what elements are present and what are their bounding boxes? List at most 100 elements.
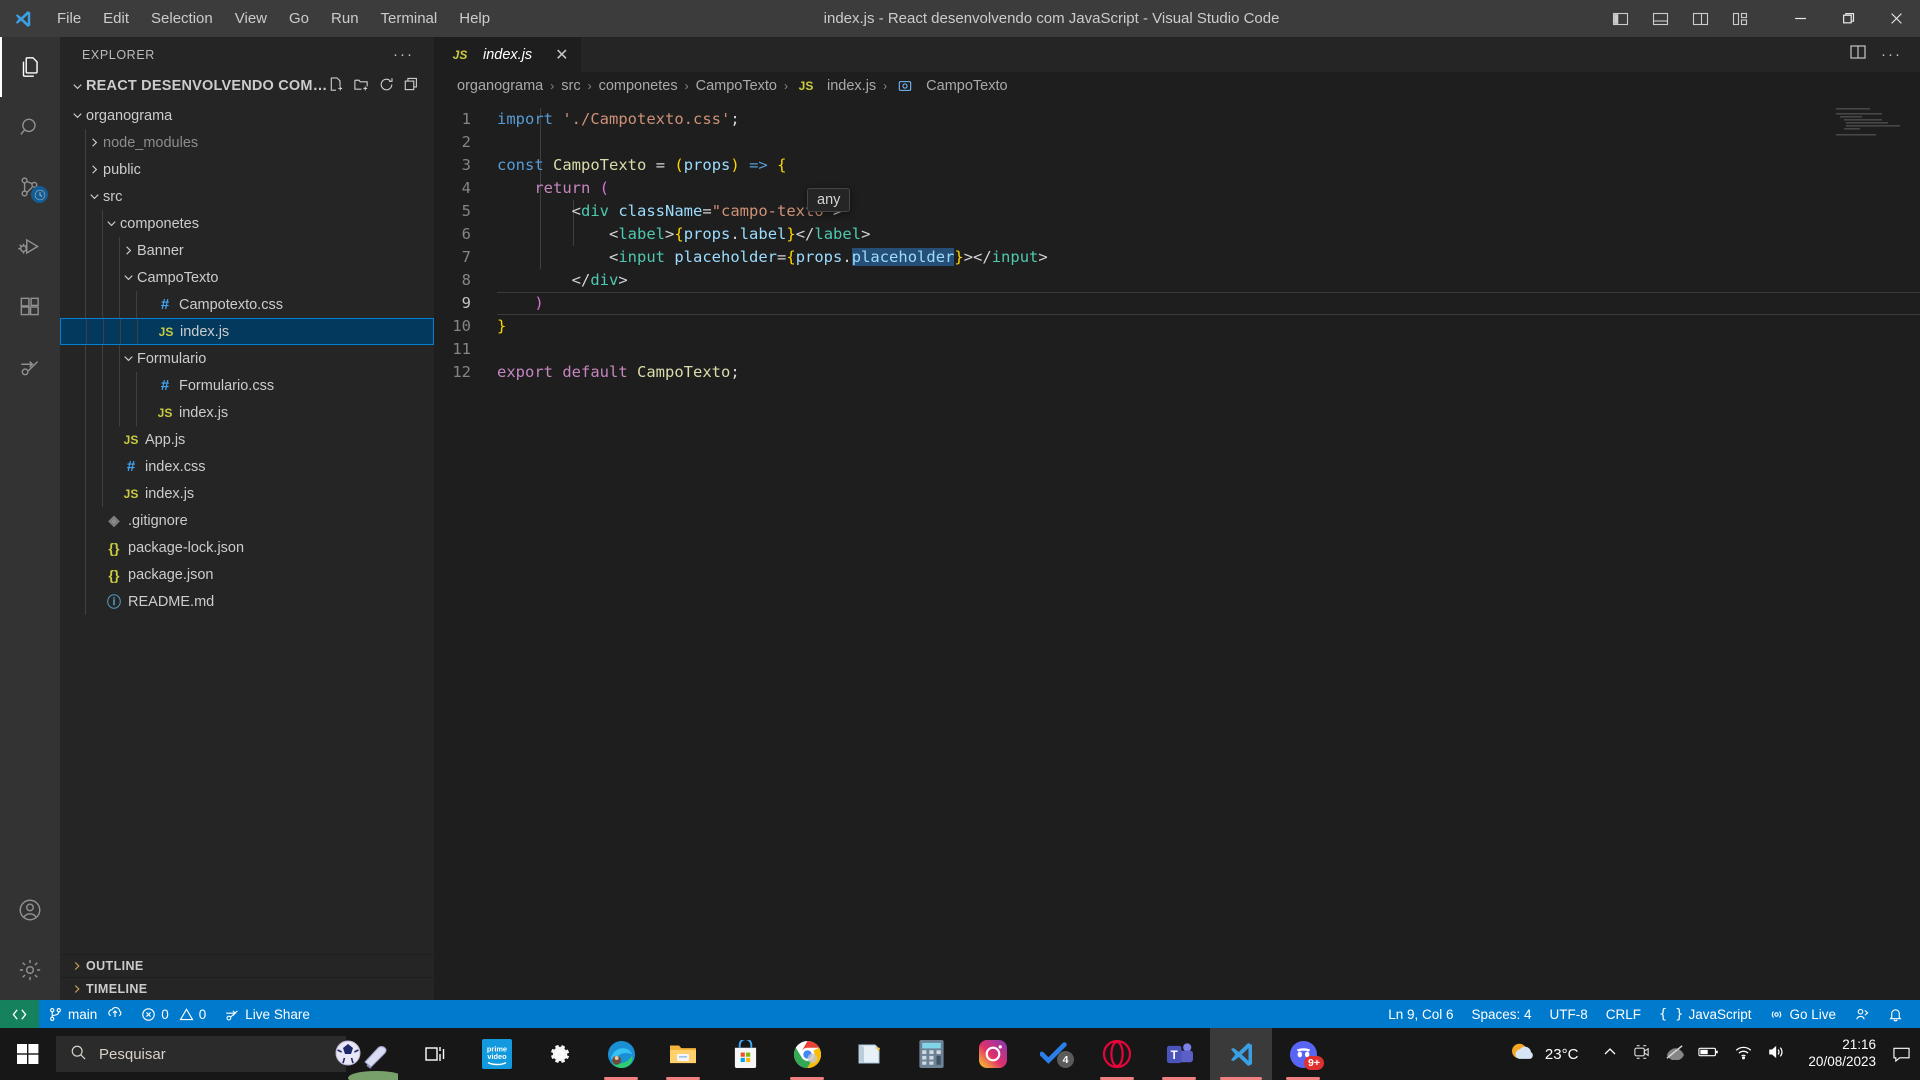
sync-changes-icon[interactable] [107, 1005, 123, 1023]
tree-folder-row[interactable]: src [60, 183, 434, 210]
taskbar-vscode-icon[interactable] [1210, 1028, 1272, 1080]
code-line-6[interactable]: <label>{props.label}</label> [497, 223, 1920, 246]
code-line-5[interactable]: <div className="campo-texto"> [497, 200, 1920, 223]
editor-minimap[interactable] [1836, 107, 1906, 137]
tree-folder-row[interactable]: organograma [60, 102, 434, 129]
chevron-down-icon[interactable] [85, 189, 103, 204]
line-number[interactable]: 11 [435, 338, 497, 361]
status-problems[interactable]: 0 0 [132, 1000, 215, 1028]
new-folder-icon[interactable] [353, 76, 370, 97]
tree-folder-row[interactable]: CampoTexto [60, 264, 434, 291]
tree-file-row[interactable]: JS index.js [60, 480, 434, 507]
editor-vertical-scrollbar[interactable] [1906, 99, 1920, 1000]
chevron-right-icon[interactable] [85, 162, 103, 177]
taskbar-app-icons[interactable]: prime video 4 T 9+ [404, 1028, 1334, 1080]
taskbar-microsoft-teams-icon[interactable]: T [1148, 1028, 1210, 1080]
toggle-primary-sidebar-icon[interactable] [1602, 4, 1638, 34]
refresh-explorer-icon[interactable] [378, 76, 395, 97]
status-indentation[interactable]: Spaces: 4 [1462, 1000, 1540, 1028]
tree-file-row[interactable]: {} package-lock.json [60, 534, 434, 561]
taskbar-calculator-icon[interactable] [900, 1028, 962, 1080]
remote-window-button[interactable] [0, 1000, 39, 1028]
code-line-10[interactable]: } [497, 315, 1920, 338]
activity-source-control[interactable] [0, 157, 60, 217]
workspace-folder-row[interactable]: REACT DESENVOLVENDO COM J... [60, 72, 434, 100]
code-line-8[interactable]: </div> [497, 269, 1920, 292]
status-feedback-icon[interactable] [1845, 1000, 1879, 1028]
code-content[interactable]: import './Campotexto.css'; const CampoTe… [497, 99, 1920, 1000]
volume-icon[interactable] [1767, 1044, 1786, 1065]
status-encoding[interactable]: UTF-8 [1541, 1000, 1597, 1028]
taskbar-task-view-icon[interactable] [404, 1028, 466, 1080]
line-number[interactable]: 5 [435, 200, 497, 223]
code-line-11[interactable] [497, 338, 1920, 361]
tree-folder-row[interactable]: public [60, 156, 434, 183]
breadcrumb-item[interactable]: organograma [457, 78, 543, 94]
code-line-7[interactable]: <input placeholder={props.placeholder}><… [497, 246, 1920, 269]
menu-selection[interactable]: Selection [140, 7, 224, 30]
taskbar-file-explorer-icon[interactable] [652, 1028, 714, 1080]
code-line-12[interactable]: export default CampoTexto; [497, 361, 1920, 384]
line-number[interactable]: 7 [435, 246, 497, 269]
tree-file-row[interactable]: ⓘ README.md [60, 588, 434, 615]
breadcrumb-item[interactable]: componetes [599, 78, 678, 94]
menu-go[interactable]: Go [278, 7, 320, 30]
chevron-down-icon[interactable] [119, 270, 137, 285]
activity-manage-settings[interactable] [0, 940, 60, 1000]
chevron-right-icon[interactable] [85, 135, 103, 150]
status-notifications-icon[interactable] [1879, 1000, 1912, 1028]
taskbar-microsoft-store-icon[interactable] [714, 1028, 776, 1080]
tree-folder-row[interactable]: node_modules [60, 129, 434, 156]
menu-help[interactable]: Help [448, 7, 501, 30]
code-editor[interactable]: 1 2 3 4 5 6 7 8 9 10 11 12 import './Campotexto.css… [435, 99, 1920, 1000]
taskbar-google-chrome-icon[interactable] [776, 1028, 838, 1080]
close-button[interactable] [1872, 0, 1920, 37]
tree-file-row[interactable]: # Campotexto.css [60, 291, 434, 318]
toggle-secondary-sidebar-icon[interactable] [1682, 4, 1718, 34]
activity-search[interactable] [0, 97, 60, 157]
chevron-down-icon[interactable] [102, 216, 120, 231]
status-cursor-position[interactable]: Ln 9, Col 6 [1379, 1000, 1462, 1028]
chevron-down-icon[interactable] [68, 79, 86, 94]
windows-start-icon[interactable] [0, 1028, 56, 1080]
line-number[interactable]: 4 [435, 177, 497, 200]
tab-close-icon[interactable]: ✕ [555, 45, 568, 65]
show-hidden-icons-icon[interactable] [1602, 1044, 1618, 1065]
taskbar-search-box[interactable]: Pesquisar [56, 1036, 346, 1072]
wifi-icon[interactable] [1734, 1044, 1753, 1065]
menu-file[interactable]: File [46, 7, 92, 30]
taskbar-microsoft-edge-icon[interactable] [590, 1028, 652, 1080]
breadcrumb-item[interactable]: src [561, 78, 580, 94]
menu-view[interactable]: View [224, 7, 278, 30]
line-number[interactable]: 8 [435, 269, 497, 292]
tree-folder-row[interactable]: componetes [60, 210, 434, 237]
status-go-live[interactable]: Go Live [1760, 1000, 1845, 1028]
breadcrumb-item[interactable]: CampoTexto [926, 78, 1007, 94]
menu-terminal[interactable]: Terminal [370, 7, 449, 30]
code-line-1[interactable]: import './Campotexto.css'; [497, 108, 1920, 131]
line-number[interactable]: 9 [435, 292, 497, 315]
maximize-button[interactable] [1824, 0, 1872, 37]
activity-live-share[interactable] [0, 337, 60, 397]
taskbar-settings-icon[interactable] [528, 1028, 590, 1080]
system-tray[interactable] [1592, 1043, 1796, 1066]
editor-more-actions-icon[interactable]: ··· [1881, 46, 1902, 63]
taskbar-prime-video-icon[interactable]: prime video [466, 1028, 528, 1080]
taskbar-instagram-icon[interactable] [962, 1028, 1024, 1080]
taskbar-clock[interactable]: 21:16 20/08/2023 [1796, 1037, 1888, 1071]
tab-index-js[interactable]: JS index.js ✕ [435, 37, 582, 72]
activity-accounts[interactable] [0, 880, 60, 940]
tree-file-row[interactable]: # Formulario.css [60, 372, 434, 399]
tree-file-row[interactable]: JS index.js [60, 399, 434, 426]
activity-run-debug[interactable] [0, 217, 60, 277]
action-center-icon[interactable] [1888, 1028, 1914, 1080]
timeline-panel-header[interactable]: TIMELINE [60, 977, 434, 1000]
minimize-button[interactable] [1776, 0, 1824, 37]
line-number[interactable]: 1 [435, 108, 497, 131]
customize-layout-icon[interactable] [1722, 4, 1758, 34]
line-number[interactable]: 3 [435, 154, 497, 177]
code-line-3[interactable]: const CampoTexto = (props) => { [497, 154, 1920, 177]
tree-folder-row[interactable]: Banner [60, 237, 434, 264]
chevron-down-icon[interactable] [119, 351, 137, 366]
tree-file-row[interactable]: JS App.js [60, 426, 434, 453]
